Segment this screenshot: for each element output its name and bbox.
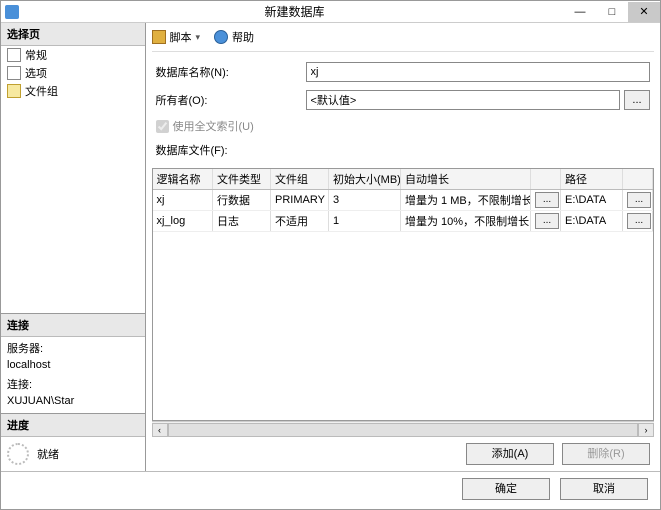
cell-ftype[interactable]: 日志	[213, 211, 271, 232]
table-row[interactable]: xj 行数据 PRIMARY 3 增量为 1 MB，不限制增长 ... E:\D…	[153, 190, 653, 211]
script-icon	[152, 30, 166, 44]
cell-name[interactable]: xj	[153, 190, 213, 211]
window-title: 新建数据库	[25, 3, 564, 20]
col-file-type[interactable]: 文件类型	[213, 169, 271, 190]
cell-growth[interactable]: 增量为 1 MB，不限制增长	[401, 190, 531, 211]
cell-fgroup[interactable]: 不适用	[271, 211, 329, 232]
scroll-right-button[interactable]: ›	[638, 423, 654, 437]
connection-label: 连接:	[7, 377, 139, 393]
form-area: 数据库名称(N): 所有者(O): ... 使用全文索引(U) 数据库文件(F)…	[152, 52, 655, 168]
page-icon	[7, 66, 21, 80]
page-icon	[7, 48, 21, 62]
toolbar: 脚本 ▾ 帮助	[152, 27, 655, 52]
path-edit-button[interactable]: ...	[627, 192, 651, 208]
cell-fgroup[interactable]: PRIMARY	[271, 190, 329, 211]
scroll-left-button[interactable]: ‹	[152, 423, 168, 437]
fulltext-label: 使用全文索引(U)	[173, 118, 254, 134]
cell-size[interactable]: 3	[329, 190, 401, 211]
owner-input[interactable]	[306, 90, 621, 110]
progress-panel: 进度 就绪	[1, 414, 145, 471]
dbname-label: 数据库名称(N):	[156, 64, 306, 80]
fulltext-checkbox	[156, 120, 169, 133]
cancel-button[interactable]: 取消	[560, 478, 648, 500]
help-button[interactable]: 帮助	[232, 29, 254, 45]
col-logical-name[interactable]: 逻辑名称	[153, 169, 213, 190]
connection-panel: 连接 服务器: localhost 连接: XUJUAN\Star 查看连接属性	[1, 314, 145, 414]
close-button[interactable]: ✕	[628, 2, 660, 22]
select-page-header: 选择页	[1, 23, 145, 46]
col-path-btn	[623, 169, 653, 190]
cell-name[interactable]: xj_log	[153, 211, 213, 232]
page-nav: 常规 选项 文件组	[1, 46, 145, 314]
titlebar: 新建数据库 — □ ✕	[1, 1, 660, 23]
script-button[interactable]: 脚本	[170, 29, 192, 45]
growth-edit-button[interactable]: ...	[535, 213, 559, 229]
files-grid[interactable]: 逻辑名称 文件类型 文件组 初始大小(MB) 自动增长 路径 文件名 xj 行数…	[152, 168, 655, 421]
nav-label: 选项	[25, 65, 47, 81]
progress-spinner-icon	[7, 443, 29, 465]
col-path[interactable]: 路径	[561, 169, 623, 190]
progress-header: 进度	[1, 414, 145, 437]
nav-item-options[interactable]: 选项	[1, 64, 145, 82]
cell-size[interactable]: 1	[329, 211, 401, 232]
page-icon	[7, 84, 21, 98]
minimize-button[interactable]: —	[564, 2, 596, 22]
dbname-input[interactable]	[306, 62, 651, 82]
ok-button[interactable]: 确定	[462, 478, 550, 500]
progress-status: 就绪	[37, 446, 59, 462]
database-icon	[5, 5, 19, 19]
script-dropdown[interactable]: ▾	[196, 32, 201, 43]
help-icon	[214, 30, 228, 44]
horizontal-scrollbar[interactable]: ‹ ›	[152, 421, 655, 437]
col-initial-size[interactable]: 初始大小(MB)	[329, 169, 401, 190]
right-panel: 脚本 ▾ 帮助 数据库名称(N): 所有者(O): ... 使用全文索引(U)	[146, 23, 661, 471]
growth-edit-button[interactable]: ...	[535, 192, 559, 208]
dialog-footer: 确定 取消	[1, 471, 660, 505]
col-growth-btn	[531, 169, 561, 190]
server-label: 服务器:	[7, 341, 139, 357]
maximize-button[interactable]: □	[596, 2, 628, 22]
nav-item-general[interactable]: 常规	[1, 46, 145, 64]
scroll-track[interactable]	[168, 423, 639, 437]
dbfiles-label: 数据库文件(F):	[156, 142, 651, 158]
remove-button: 删除(R)	[562, 443, 650, 465]
owner-label: 所有者(O):	[156, 92, 306, 108]
cell-growth[interactable]: 增量为 10%，不限制增长	[401, 211, 531, 232]
nav-label: 常规	[25, 47, 47, 63]
grid-header-row: 逻辑名称 文件类型 文件组 初始大小(MB) 自动增长 路径 文件名	[153, 169, 653, 190]
server-value: localhost	[7, 357, 139, 373]
table-row[interactable]: xj_log 日志 不适用 1 增量为 10%，不限制增长 ... E:\DAT…	[153, 211, 653, 232]
col-file-group[interactable]: 文件组	[271, 169, 329, 190]
nav-item-filegroups[interactable]: 文件组	[1, 82, 145, 100]
nav-label: 文件组	[25, 83, 58, 99]
cell-path[interactable]: E:\DATA	[561, 190, 623, 211]
left-panel: 选择页 常规 选项 文件组 连接 服务器: localhost 连接: XUJU…	[1, 23, 146, 471]
connection-header: 连接	[1, 314, 145, 337]
cell-ftype[interactable]: 行数据	[213, 190, 271, 211]
add-button[interactable]: 添加(A)	[466, 443, 554, 465]
cell-path[interactable]: E:\DATA	[561, 211, 623, 232]
col-autogrowth[interactable]: 自动增长	[401, 169, 531, 190]
owner-browse-button[interactable]: ...	[624, 90, 650, 110]
path-edit-button[interactable]: ...	[627, 213, 651, 229]
connection-value: XUJUAN\Star	[7, 393, 139, 409]
